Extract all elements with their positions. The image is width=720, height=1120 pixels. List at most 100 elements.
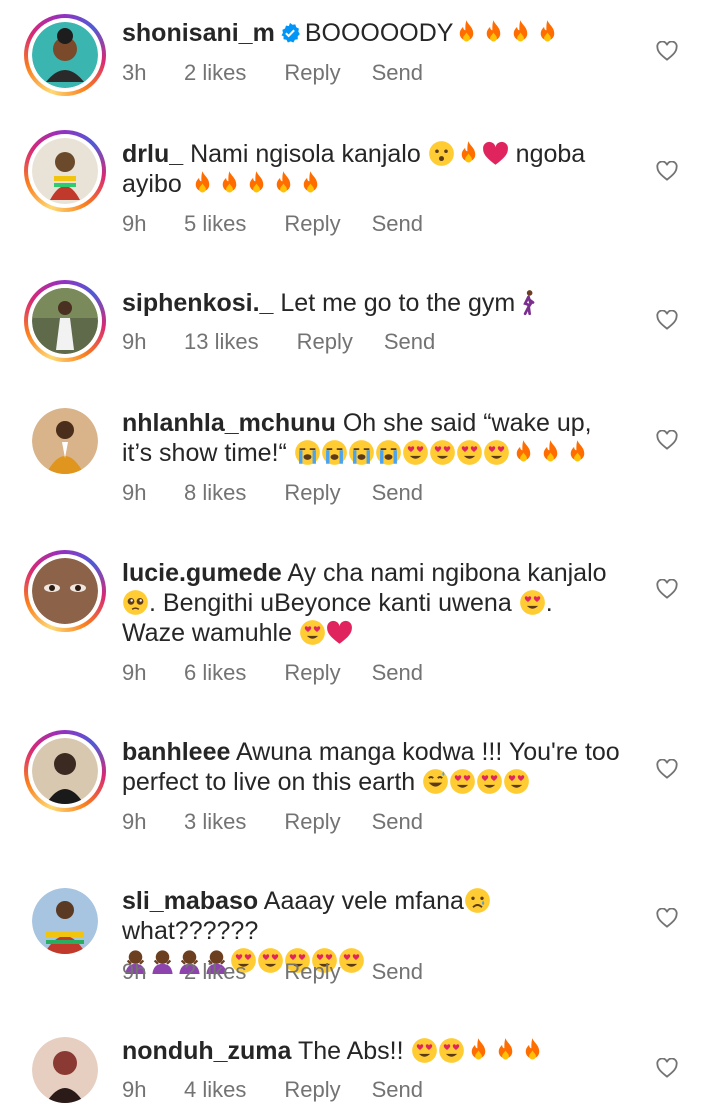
comment-body-cont: what??????: [122, 917, 259, 945]
comment-body: BOOOOODY: [304, 19, 454, 47]
reply-button[interactable]: Reply: [284, 480, 340, 506]
like-heart-icon[interactable]: [656, 579, 678, 599]
send-button[interactable]: Send: [372, 1077, 423, 1103]
grinning-sweat-emoji-icon: [423, 769, 449, 794]
like-heart-icon[interactable]: [656, 41, 678, 61]
username[interactable]: nhlanhla_mchunu: [122, 409, 336, 437]
avatar: [32, 22, 98, 88]
pleading-face-emoji-icon: [123, 590, 148, 615]
fire-emoji-icon: [303, 171, 317, 193]
fire-emoji-icon: [487, 20, 501, 42]
heart-eyes-emoji-icon: [402, 440, 428, 465]
avatar: [32, 738, 98, 804]
red-heart-emoji-icon: [327, 620, 352, 644]
likes-count[interactable]: 6 likes: [184, 660, 246, 686]
heart-eyes-emoji-icon: [477, 769, 503, 794]
like-heart-icon[interactable]: [656, 759, 678, 779]
reply-button[interactable]: Reply: [284, 211, 340, 237]
send-button[interactable]: Send: [372, 809, 423, 835]
fire-emoji-icon: [570, 440, 585, 462]
heart-eyes-emoji-icon: [504, 769, 530, 794]
avatar: [32, 888, 98, 954]
timestamp: 9h: [122, 211, 147, 236]
comment-meta: 9h 6 likes Reply Send: [122, 660, 423, 686]
username[interactable]: shonisani_m: [122, 19, 275, 47]
comment-body: Aaaay vele mfana: [263, 887, 464, 915]
verified-badge-icon: [281, 22, 300, 43]
likes-count[interactable]: 2 likes: [184, 60, 246, 86]
send-button[interactable]: Send: [372, 959, 423, 985]
avatar-container[interactable]: [24, 1029, 106, 1111]
avatar-story-ring[interactable]: [24, 14, 106, 96]
fire-emoji-icon: [460, 20, 474, 42]
send-button[interactable]: Send: [372, 480, 423, 506]
reply-button[interactable]: Reply: [284, 1077, 340, 1103]
username[interactable]: nonduh_zuma: [122, 1037, 291, 1065]
likes-count[interactable]: 2 likes: [184, 959, 246, 985]
avatar-story-ring[interactable]: [24, 550, 106, 632]
timestamp: 9h: [122, 809, 147, 834]
comment-meta: 9h 4 likes Reply Send: [122, 1077, 423, 1103]
avatar-container[interactable]: [24, 400, 106, 482]
fire-emoji-icon: [498, 1038, 512, 1060]
comment-text: lucie.gumede Ay cha nami ngibona kanjalo…: [122, 558, 622, 648]
timestamp: 9h: [122, 660, 147, 685]
loudly-crying-face-emoji-icon: [348, 440, 374, 465]
avatar: [32, 138, 98, 204]
send-button[interactable]: Send: [372, 211, 423, 237]
reply-button[interactable]: Reply: [284, 809, 340, 835]
fire-emoji-icon: [541, 20, 555, 42]
likes-count[interactable]: 4 likes: [184, 1077, 246, 1103]
like-heart-icon[interactable]: [656, 430, 678, 450]
comment-meta: 9h 3 likes Reply Send: [122, 809, 423, 835]
comment-text: nhlanhla_mchunu Oh she said “wake up, it…: [122, 408, 622, 468]
likes-count[interactable]: 8 likes: [184, 480, 246, 506]
avatar-story-ring[interactable]: [24, 280, 106, 362]
reply-button[interactable]: Reply: [284, 60, 340, 86]
hushed-face-emoji-icon: [428, 141, 454, 166]
like-heart-icon[interactable]: [656, 1058, 678, 1078]
comment-text: drlu_ Nami ngisola kanjalo ngoba ayibo: [122, 139, 622, 199]
likes-count[interactable]: 13 likes: [184, 329, 259, 355]
reply-button[interactable]: Reply: [297, 329, 353, 355]
avatar-story-ring[interactable]: [24, 730, 106, 812]
comment-meta: 9h 13 likes Reply Send: [122, 329, 435, 355]
fire-emoji-icon: [276, 171, 290, 193]
avatar-story-ring[interactable]: [24, 130, 106, 212]
like-heart-icon[interactable]: [656, 908, 678, 928]
avatar: [32, 408, 98, 474]
fire-emoji-icon: [471, 1038, 485, 1060]
likes-count[interactable]: 5 likes: [184, 211, 246, 237]
likes-count[interactable]: 3 likes: [184, 809, 246, 835]
fire-emoji-icon: [514, 20, 528, 42]
like-heart-icon[interactable]: [656, 310, 678, 330]
heart-eyes-emoji-icon: [483, 440, 509, 465]
username[interactable]: sli_mabaso: [122, 887, 258, 915]
heart-eyes-emoji-icon: [519, 590, 545, 615]
fire-emoji-icon: [195, 171, 209, 193]
timestamp: 9h: [122, 480, 147, 505]
person-walking-emoji-icon: [523, 290, 535, 316]
avatar: [32, 1037, 98, 1103]
fire-emoji-icon: [222, 171, 236, 193]
heart-eyes-emoji-icon: [456, 440, 482, 465]
reply-button[interactable]: Reply: [284, 959, 340, 985]
username[interactable]: lucie.gumede: [122, 559, 282, 587]
username[interactable]: siphenkosi._: [122, 289, 273, 317]
comment-meta: 9h 8 likes Reply Send: [122, 480, 423, 506]
heart-eyes-emoji-icon: [429, 440, 455, 465]
send-button[interactable]: Send: [384, 329, 435, 355]
username[interactable]: banhleee: [122, 738, 230, 766]
username[interactable]: drlu_: [122, 140, 183, 168]
fire-emoji-icon: [461, 141, 475, 163]
send-button[interactable]: Send: [372, 60, 423, 86]
comment-body-cont: . Bengithi uBeyonce kanti uwena: [149, 589, 512, 617]
timestamp: 9h: [122, 959, 147, 984]
reply-button[interactable]: Reply: [284, 660, 340, 686]
comment-body: Let me go to the gym: [280, 289, 516, 317]
like-heart-icon[interactable]: [656, 161, 678, 181]
send-button[interactable]: Send: [372, 660, 423, 686]
timestamp: 3h: [122, 60, 147, 85]
fire-emoji-icon: [543, 440, 558, 462]
avatar-container[interactable]: [24, 880, 106, 962]
